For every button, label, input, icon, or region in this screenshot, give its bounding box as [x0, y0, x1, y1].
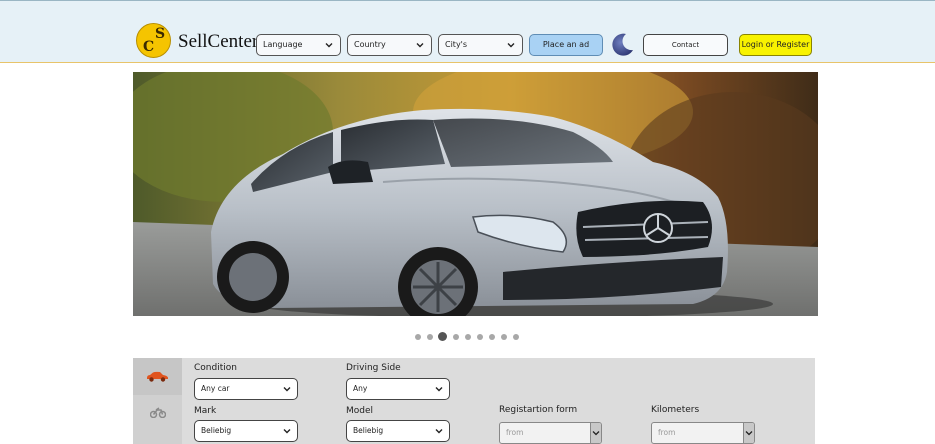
motorcycle-icon [150, 407, 166, 418]
condition-label: Condition [194, 363, 237, 373]
language-select-label: Language [263, 40, 303, 49]
logo-letter-s: S [155, 26, 166, 42]
registration-label: Registartion form [499, 405, 578, 415]
country-select[interactable]: Country [347, 34, 432, 56]
registration-from-placeholder: from [506, 428, 524, 437]
login-register-button[interactable]: Login or Register [739, 34, 812, 56]
vehicle-type-tabs [133, 358, 182, 444]
tab-car[interactable] [133, 358, 182, 395]
tab-motorcycle[interactable] [133, 395, 182, 432]
sellcenter-logo[interactable]: S C [136, 23, 171, 58]
logo-letter-c: C [143, 39, 155, 55]
model-select[interactable]: Beliebig [346, 420, 450, 442]
carousel-dot[interactable] [501, 334, 507, 340]
carousel-dot[interactable] [415, 334, 421, 340]
mark-select-value: Beliebig [201, 426, 232, 435]
vehicle-search-panel: Condition Any car Driving Side Any Mark … [133, 358, 815, 444]
carousel-dot[interactable] [477, 334, 483, 340]
chevron-down-icon [592, 431, 600, 436]
driving-side-select[interactable]: Any [346, 378, 450, 400]
car-icon [147, 371, 168, 382]
moon-icon[interactable] [610, 32, 634, 56]
mark-select[interactable]: Beliebig [194, 420, 298, 442]
carousel-dot[interactable] [489, 334, 495, 340]
car-photo [133, 72, 818, 316]
chevron-down-icon [507, 43, 515, 48]
chevron-down-icon [435, 429, 443, 434]
place-ad-button[interactable]: Place an ad [529, 34, 603, 56]
country-select-label: Country [354, 40, 386, 49]
brand-name[interactable]: SellCenter [178, 32, 258, 51]
chevron-down-icon [325, 43, 333, 48]
carousel-indicators [413, 332, 533, 342]
contact-button[interactable]: Contact [643, 34, 728, 56]
chevron-down-icon [745, 431, 753, 436]
registration-from-input[interactable]: from [499, 422, 602, 444]
city-select-label: City's [445, 40, 468, 49]
driving-side-label: Driving Side [346, 363, 401, 373]
kilometers-from-input[interactable]: from [651, 422, 755, 444]
carousel-dot[interactable] [513, 334, 519, 340]
carousel-dot[interactable] [465, 334, 471, 340]
model-label: Model [346, 406, 374, 416]
carousel-dot-active[interactable] [438, 332, 447, 341]
chevron-down-icon [416, 43, 424, 48]
driving-side-select-value: Any [353, 384, 368, 393]
kilometers-label: Kilometers [651, 405, 700, 415]
carousel-dot[interactable] [453, 334, 459, 340]
chevron-down-icon [435, 387, 443, 392]
model-select-value: Beliebig [353, 426, 384, 435]
chevron-down-icon [283, 429, 291, 434]
kilometers-spinner[interactable] [743, 423, 754, 443]
site-header: S C SellCenter Language Country City's P… [0, 0, 935, 63]
registration-spinner[interactable] [590, 423, 601, 443]
city-select[interactable]: City's [438, 34, 523, 56]
page: S C SellCenter Language Country City's P… [0, 0, 935, 444]
kilometers-from-placeholder: from [658, 428, 676, 437]
hero-carousel[interactable] [133, 72, 818, 316]
condition-select-value: Any car [201, 384, 230, 393]
condition-select[interactable]: Any car [194, 378, 298, 400]
mark-label: Mark [194, 406, 217, 416]
language-select[interactable]: Language [256, 34, 341, 56]
carousel-dot[interactable] [427, 334, 433, 340]
chevron-down-icon [283, 387, 291, 392]
